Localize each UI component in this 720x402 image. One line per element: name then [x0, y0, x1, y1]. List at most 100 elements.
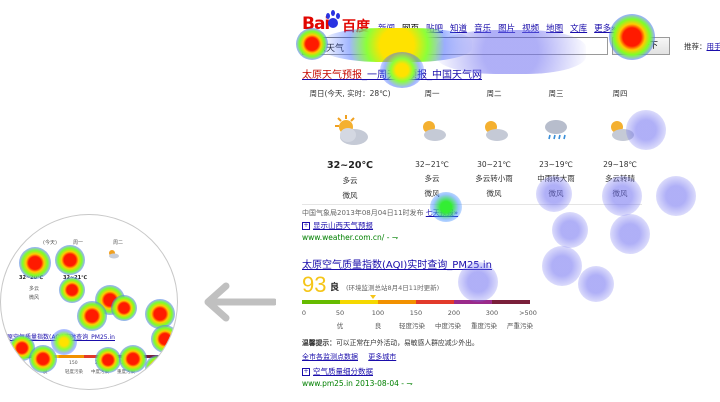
lens-aqi-title: 原空气质量指数(AQI)实时查询_PM25.in — [7, 334, 115, 341]
nav-map[interactable]: 地图 — [546, 22, 563, 34]
weather-icon-cell — [462, 108, 526, 152]
paw-logo-icon — [326, 10, 340, 28]
lens-heat-spot — [111, 295, 137, 321]
seven-day-link[interactable]: 七天预报» — [426, 209, 458, 217]
weather-temp: 32~20℃ — [327, 160, 373, 171]
lens-sun-cloud-icon — [109, 250, 119, 259]
nav-zhidao[interactable]: 知道 — [450, 22, 467, 34]
weather-desc: 多云 — [342, 176, 358, 185]
recommend-link[interactable]: 用手机 — [707, 42, 720, 51]
nav-images[interactable]: 图片 — [498, 22, 515, 34]
lens-heat-spot — [55, 245, 85, 275]
lens-day-mon: 周一 — [73, 240, 84, 246]
weather-icon-cell — [400, 108, 464, 152]
weather-title-part3: _中国天气网 — [427, 70, 482, 81]
nav-web[interactable]: 网页 — [402, 22, 419, 34]
aqi-segment-good — [302, 300, 340, 304]
lens-cat-moderate: 中度污染 — [91, 370, 109, 375]
weather-url: www.weather.com.cn/ - ⇁ — [302, 233, 398, 242]
nav-tieba[interactable]: 贴吧 — [426, 22, 443, 34]
sun-cloud-icon — [485, 121, 508, 141]
weather-day-tue: 周二 30~21℃ 多云转小雨 微风 — [462, 86, 526, 199]
more-cities-link[interactable]: 更多城市 — [368, 353, 396, 361]
aqi-category: 优 — [336, 322, 344, 330]
weather-title-part2: _一周天气预报 — [362, 70, 427, 81]
aqi-detail-link[interactable]: + 空气质量细分数据 — [302, 366, 373, 377]
lens-temp-today: 32~20℃ — [19, 275, 44, 281]
all-stations-link[interactable]: 全市各监测点数据 — [302, 353, 358, 361]
heatmap-cool-spot — [542, 246, 582, 286]
weather-temp: 30~21℃ — [477, 160, 511, 169]
nav-video[interactable]: 视频 — [522, 22, 539, 34]
aqi-category: 轻度污染 — [399, 322, 425, 330]
weather-day-mon: 周一 32~21℃ 多云 微风 — [400, 86, 464, 199]
aqi-update-note: (环境监测总站8月4日11时更新) — [346, 284, 440, 292]
aqi-segment-severe — [492, 300, 530, 304]
nav-more[interactable]: 更多» — [594, 22, 616, 34]
nav-music[interactable]: 音乐 — [474, 22, 491, 34]
search-results-page: Bai 百度 新闻 网页 贴吧 知道 音乐 图片 视频 地图 文库 更多» 太原… — [296, 0, 720, 402]
snapshot-icon[interactable]: - ⇁ — [401, 379, 412, 388]
weather-result-title[interactable]: 太原天气预报_一周天气预报_中国天气网 — [302, 66, 482, 81]
aqi-url: www.pm25.in 2013-08-04 - ⇁ — [302, 379, 413, 388]
search-input[interactable]: 太原天气 — [302, 37, 608, 55]
logo-cn: 百度 — [342, 19, 370, 35]
aqi-category: 中度污染 — [435, 322, 461, 330]
weather-url-text: www.weather.com.cn/ — [302, 233, 385, 242]
aqi-pointer-icon — [370, 295, 376, 299]
lens-wind: 微风 — [29, 295, 40, 301]
nav-wenku[interactable]: 文库 — [570, 22, 587, 34]
weather-wind: 微风 — [486, 189, 502, 198]
heatmap-cool-spot — [610, 214, 650, 254]
lens-tick-150: 150 — [69, 361, 78, 366]
search-nav: 新闻 网页 贴吧 知道 音乐 图片 视频 地图 文库 更多» — [378, 22, 616, 34]
lens-heat-spot — [145, 355, 171, 381]
zoom-lens-content: (今天) 周一 周二 32~20℃ 32~21℃ 多云 微风 原空气质量指数(A… — [1, 219, 177, 389]
aqi-category: 良 — [374, 322, 382, 330]
weather-desc: 中雨转大雨 — [537, 174, 575, 183]
lens-heat-spot — [77, 301, 107, 331]
heatmap-cool-spot — [552, 212, 588, 248]
shanxi-weather-link[interactable]: + 显示山西天气预报 — [302, 220, 373, 231]
lens-day-today: (今天) — [43, 240, 57, 246]
weather-day-label: 周四 — [612, 89, 628, 98]
divider — [302, 204, 642, 205]
aqi-tick: 50 — [335, 309, 345, 317]
weather-wind: 微风 — [612, 189, 628, 198]
weather-desc: 多云转小雨 — [475, 174, 513, 183]
weather-day-label: 周二 — [486, 89, 502, 98]
aqi-segment-light — [378, 300, 416, 304]
nav-news[interactable]: 新闻 — [378, 22, 395, 34]
weather-temp: 29~18℃ — [603, 160, 637, 169]
aqi-category: 重度污染 — [471, 322, 497, 330]
weather-title-part1: 太原天气预报 — [302, 70, 362, 81]
weather-day-thu: 周四 29~18℃ 多云转晴 微风 — [588, 86, 652, 199]
heatmap-cool-spot — [656, 176, 696, 216]
search-button[interactable]: 百度一下 — [612, 37, 670, 55]
aqi-tip: 温馨提示：可以正常在户外活动，易敏感人群应减少外出。 — [302, 337, 479, 347]
zoom-lens-circle: (今天) 周一 周二 32~20℃ 32~21℃ 多云 微风 原空气质量指数(A… — [0, 214, 178, 390]
weather-temp: 23~19℃ — [539, 160, 573, 169]
weather-temp: 32~21℃ — [415, 160, 449, 169]
weather-day-label: 周三 — [548, 89, 564, 98]
snapshot-icon[interactable]: - ⇁ — [387, 233, 398, 242]
aqi-categories: 优 良 轻度污染 中度污染 重度污染 严重污染 — [302, 320, 538, 330]
weather-day-today: 周日(今天, 实时：28℃) 32~20℃ 多云 微风 — [304, 86, 396, 201]
aqi-tick: 200 — [447, 309, 461, 317]
zoom-lens: (今天) 周一 周二 32~20℃ 32~21℃ 多云 微风 原空气质量指数(A… — [0, 214, 178, 390]
lens-temp-mon: 32~21℃ — [63, 275, 88, 281]
aqi-scale-bar — [302, 300, 530, 304]
aqi-category: 严重污染 — [507, 322, 533, 330]
weather-day-wed: 周三 23~19℃ 中雨转大雨 微风 — [524, 86, 588, 199]
lens-tick-200: 200 — [95, 361, 104, 366]
aqi-tip-text: 可以正常在户外活动，易敏感人群应减少外出。 — [335, 339, 479, 347]
expand-icon: + — [302, 368, 310, 376]
lens-heat-spot — [151, 325, 177, 353]
weather-wind: 微风 — [424, 189, 440, 198]
weather-wind: 微风 — [548, 189, 564, 198]
lens-cat-heavy: 重度污染 — [117, 370, 135, 375]
aqi-links: 全市各监测点数据 更多城市 — [302, 352, 404, 362]
weather-source: 中国气象局2013年08月04日11时发布 — [302, 209, 424, 217]
aqi-result-title[interactable]: 太原空气质量指数(AQI)实时查询_PM25.in — [302, 256, 492, 271]
weather-day-label: 周一 — [424, 89, 440, 98]
